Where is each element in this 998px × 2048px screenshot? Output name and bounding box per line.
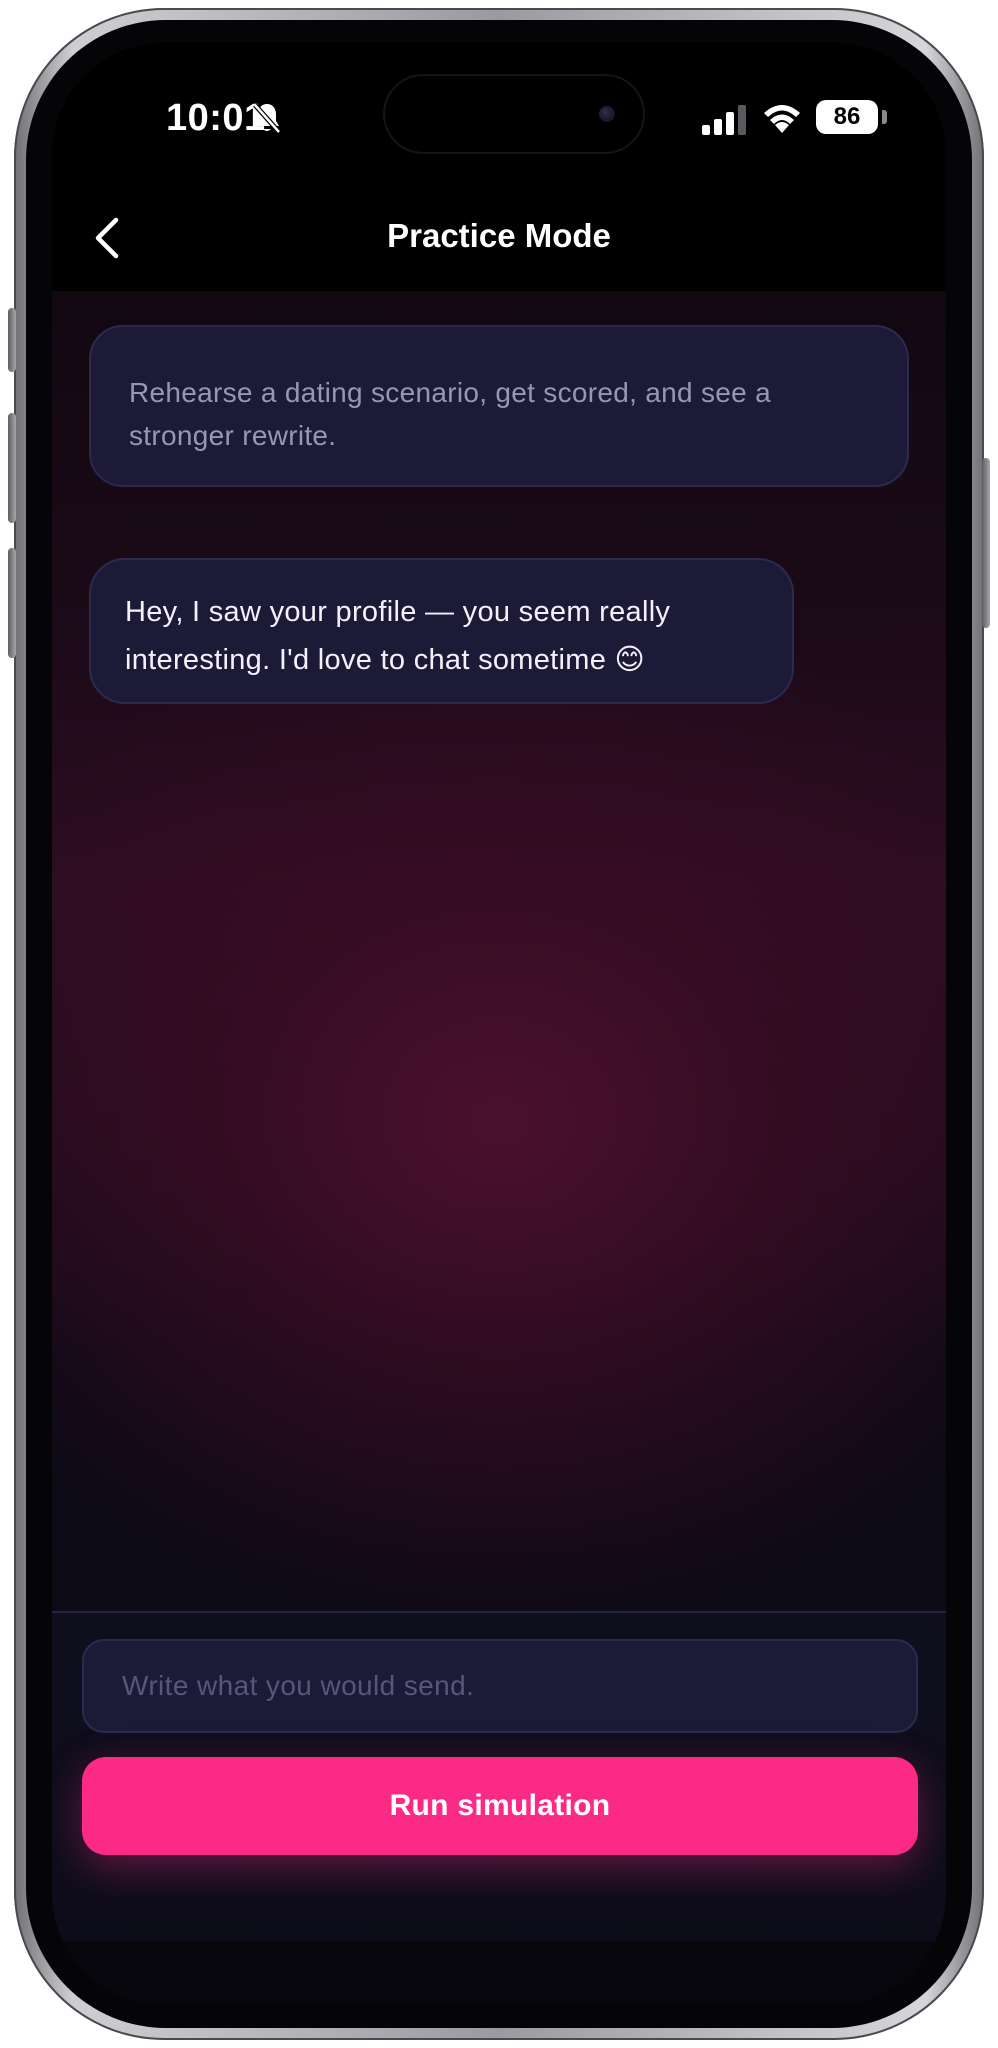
bell-slash-icon bbox=[253, 103, 281, 134]
run-simulation-button[interactable]: Run simulation bbox=[82, 1757, 918, 1855]
battery-icon: 86 bbox=[816, 100, 878, 134]
screen: 10:01 86 Practice Mode Rehearse a dating… bbox=[52, 43, 946, 2005]
battery-tip bbox=[882, 110, 887, 124]
phone-frame: 10:01 86 Practice Mode Rehearse a dating… bbox=[8, 8, 990, 2040]
power-button bbox=[982, 458, 990, 628]
camera-icon bbox=[599, 106, 615, 122]
dynamic-island bbox=[385, 76, 643, 152]
intro-text: Rehearse a dating scenario, get scored, … bbox=[129, 377, 771, 451]
wifi-icon bbox=[764, 105, 800, 133]
status-time: 10:01 bbox=[166, 97, 266, 139]
home-indicator-area bbox=[52, 1941, 946, 2005]
page-title: Practice Mode bbox=[387, 217, 611, 254]
message-text: Hey, I saw your profile — you seem reall… bbox=[125, 596, 671, 676]
intro-card: Rehearse a dating scenario, get scored, … bbox=[89, 325, 909, 487]
volume-up-button bbox=[8, 413, 16, 523]
nav-bar: Practice Mode bbox=[52, 193, 946, 291]
composer-panel: Run simulation bbox=[52, 1611, 946, 2005]
volume-down-button bbox=[8, 548, 16, 658]
status-bar: 10:01 86 bbox=[52, 43, 946, 173]
message-bubble: Hey, I saw your profile — you seem reall… bbox=[89, 558, 794, 704]
chat-area[interactable]: Rehearse a dating scenario, get scored, … bbox=[52, 291, 946, 1611]
action-button bbox=[8, 308, 16, 372]
cellular-signal-icon bbox=[702, 105, 746, 135]
message-input[interactable] bbox=[82, 1639, 918, 1733]
